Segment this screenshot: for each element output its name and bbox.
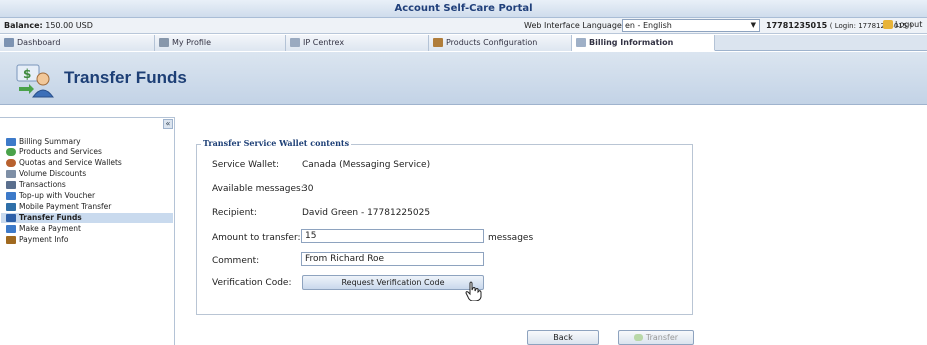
tab-label: IP Centrex bbox=[303, 38, 345, 47]
tab-ip-centrex[interactable]: IP Centrex bbox=[286, 35, 429, 51]
logout-icon bbox=[883, 20, 893, 29]
form-legend: Transfer Service Wallet contents bbox=[201, 138, 352, 148]
logout-label: Logout bbox=[895, 20, 923, 29]
sidebar-item-make-a-payment[interactable]: Make a Payment bbox=[6, 224, 81, 234]
page-header: $ Transfer Funds bbox=[0, 52, 927, 105]
service-wallet-label: Service Wallet: bbox=[212, 160, 280, 170]
chevron-down-icon: ▼ bbox=[750, 21, 756, 29]
balance-value: 150.00 USD bbox=[45, 21, 93, 30]
sidebar-item-label: Products and Services bbox=[19, 147, 102, 156]
balance: Balance: 150.00 USD bbox=[4, 21, 93, 30]
transfer-funds-icon: $ bbox=[16, 64, 54, 98]
transfer-icon bbox=[633, 334, 643, 341]
language-value: en - English bbox=[625, 21, 672, 30]
info-bar: Balance: 150.00 USD Web Interface Langua… bbox=[0, 18, 927, 34]
sidebar-item-transactions[interactable]: Transactions bbox=[6, 180, 66, 190]
portal-title: Account Self-Care Portal bbox=[0, 0, 927, 18]
tab-label: My Profile bbox=[172, 38, 212, 47]
comment-input[interactable]: From Richard Roe bbox=[301, 252, 484, 266]
tab-label: Dashboard bbox=[17, 38, 61, 47]
verification-code-label: Verification Code: bbox=[212, 278, 292, 288]
discount-icon bbox=[6, 170, 16, 178]
sidebar-item-label: Payment Info bbox=[19, 235, 69, 244]
page-title: Transfer Funds bbox=[64, 68, 187, 87]
payment-info-icon bbox=[6, 236, 16, 244]
amount-label: Amount to transfer: bbox=[212, 233, 301, 243]
sidebar-item-label: Mobile Payment Transfer bbox=[19, 202, 112, 211]
sidebar-item-label: Quotas and Service Wallets bbox=[19, 158, 122, 167]
billing-icon bbox=[576, 38, 586, 47]
available-messages-value: 30 bbox=[302, 184, 314, 194]
sidebar-item-mobile-payment-transfer[interactable]: Mobile Payment Transfer bbox=[6, 202, 111, 212]
sidebar-item-label: Transfer Funds bbox=[19, 213, 82, 222]
balance-label: Balance: bbox=[4, 21, 43, 30]
ip-centrex-icon bbox=[290, 38, 300, 47]
svg-text:$: $ bbox=[23, 67, 31, 81]
sidebar-item-label: Volume Discounts bbox=[19, 169, 87, 178]
sidebar-item-volume-discounts[interactable]: Volume Discounts bbox=[6, 169, 86, 179]
quotas-icon bbox=[6, 159, 16, 167]
main-tabs: Dashboard My Profile IP Centrex Products… bbox=[0, 35, 927, 51]
amount-input[interactable]: 15 bbox=[301, 229, 484, 243]
service-wallet-value: Canada (Messaging Service) bbox=[302, 160, 431, 170]
language-label: Web Interface Language: bbox=[524, 21, 625, 30]
billing-summary-icon bbox=[6, 138, 16, 146]
sidebar-item-label: Transactions bbox=[19, 180, 66, 189]
account-number: 17781235015 bbox=[766, 21, 828, 30]
transfer-icon bbox=[6, 214, 16, 222]
request-verification-code-button[interactable]: Request Verification Code bbox=[302, 275, 484, 290]
tab-billing-information[interactable]: Billing Information bbox=[572, 35, 715, 51]
sidebar-item-payment-info[interactable]: Payment Info bbox=[6, 235, 68, 245]
tab-label: Products Configuration bbox=[446, 38, 538, 47]
dashboard-icon bbox=[4, 38, 14, 47]
transactions-icon bbox=[6, 181, 16, 189]
tab-label: Billing Information bbox=[589, 38, 674, 47]
recipient-value: David Green - 17781225025 bbox=[302, 208, 431, 218]
sidebar-item-label: Billing Summary bbox=[19, 137, 81, 146]
sidebar-item-label: Top-up with Voucher bbox=[19, 191, 96, 200]
products-config-icon bbox=[433, 38, 443, 47]
mobile-payment-icon bbox=[6, 203, 16, 211]
sidebar-item-transfer-funds[interactable]: Transfer Funds bbox=[1, 213, 173, 223]
voucher-icon bbox=[6, 192, 16, 200]
sidebar-item-quotas-and-service-wallets[interactable]: Quotas and Service Wallets bbox=[6, 158, 122, 168]
tab-my-profile[interactable]: My Profile bbox=[155, 35, 286, 51]
collapse-sidebar-button[interactable]: « bbox=[163, 119, 173, 129]
tab-products-configuration[interactable]: Products Configuration bbox=[429, 35, 572, 51]
sidebar-item-label: Make a Payment bbox=[19, 224, 81, 233]
available-messages-label: Available messages: bbox=[212, 184, 304, 194]
sidebar-item-billing-summary[interactable]: Billing Summary bbox=[6, 137, 81, 147]
recipient-label: Recipient: bbox=[212, 208, 257, 218]
profile-icon bbox=[159, 38, 169, 47]
products-icon bbox=[6, 148, 16, 156]
payment-icon bbox=[6, 225, 16, 233]
transfer-button-label: Transfer bbox=[645, 333, 679, 342]
comment-label: Comment: bbox=[212, 256, 260, 266]
tab-dashboard[interactable]: Dashboard bbox=[0, 35, 155, 51]
sidebar-item-top-up-with-voucher[interactable]: Top-up with Voucher bbox=[6, 191, 95, 201]
hand-cursor-icon bbox=[465, 281, 482, 301]
sidebar-item-products-and-services[interactable]: Products and Services bbox=[6, 147, 102, 157]
language-select[interactable]: en - English ▼ bbox=[622, 19, 760, 32]
amount-unit: messages bbox=[488, 233, 534, 243]
transfer-button[interactable]: Transfer bbox=[618, 330, 694, 345]
logout-link[interactable]: Logout bbox=[883, 20, 922, 29]
back-button[interactable]: Back bbox=[527, 330, 599, 345]
